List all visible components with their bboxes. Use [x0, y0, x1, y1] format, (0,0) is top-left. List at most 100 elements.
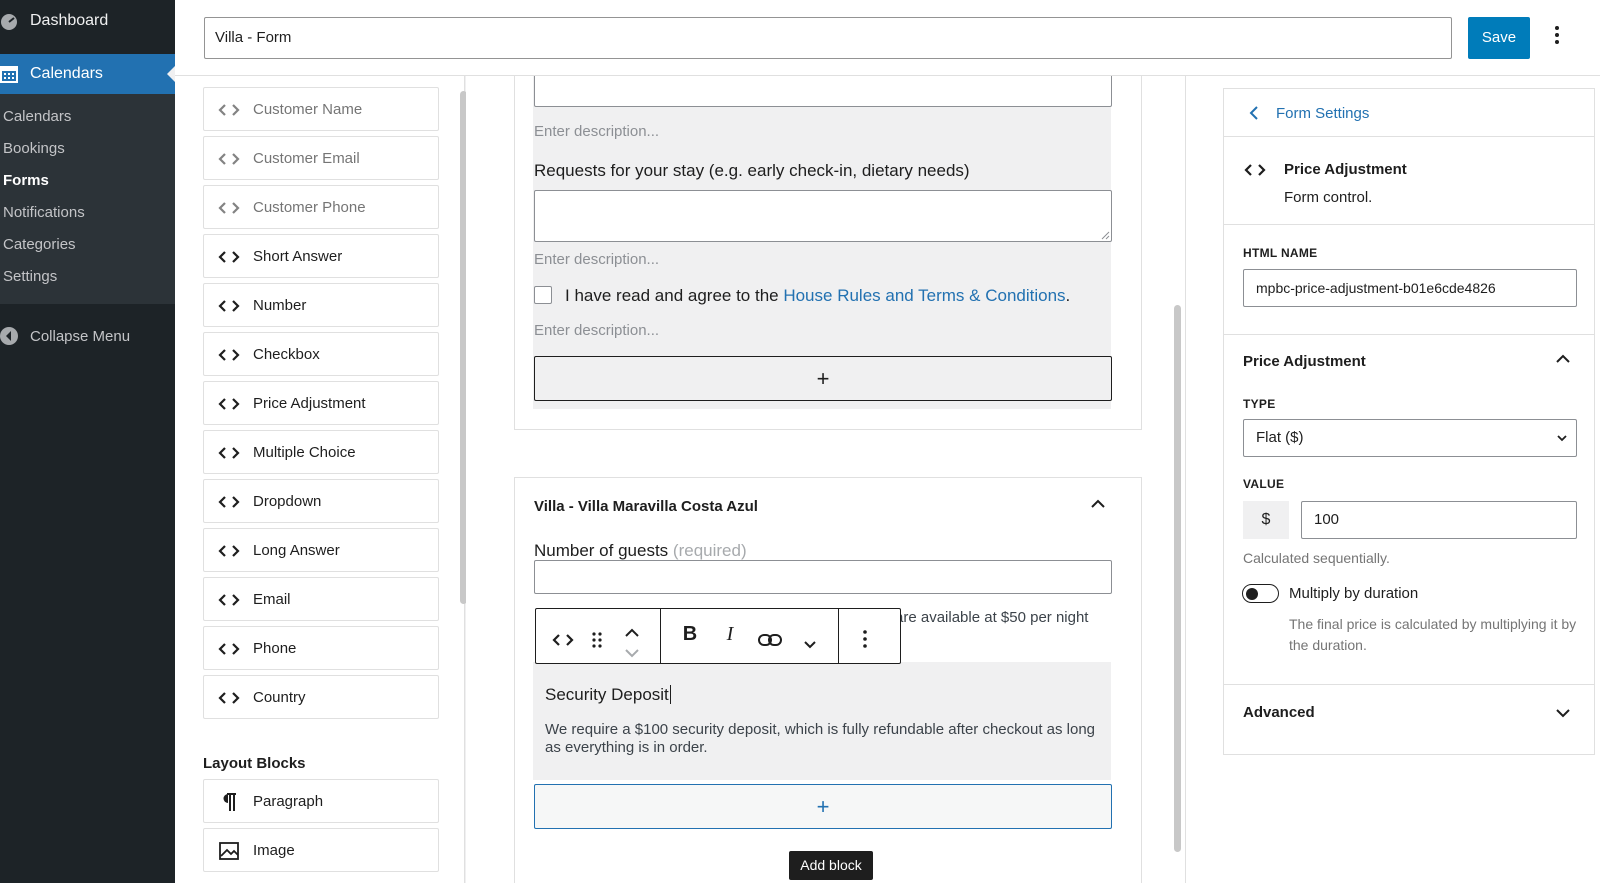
code-icon — [218, 202, 240, 214]
code-icon — [218, 153, 240, 165]
block-card-title: Price Adjustment — [1284, 161, 1407, 178]
advanced-panel-title[interactable]: Advanced — [1243, 704, 1315, 721]
library-item-customer-phone[interactable]: Customer Phone — [203, 185, 439, 229]
italic-button[interactable]: I — [720, 623, 740, 651]
block-library: Customer Name Customer Email Customer Ph… — [175, 76, 465, 883]
add-block-button[interactable]: + — [534, 784, 1112, 829]
link-icon[interactable] — [758, 626, 782, 654]
requests-textarea[interactable] — [534, 190, 1112, 242]
library-item-label: Country — [253, 689, 306, 706]
image-icon — [219, 842, 239, 860]
type-select[interactable]: Flat ($) — [1243, 419, 1577, 457]
library-item-price-adjustment[interactable]: Price Adjustment — [203, 381, 439, 425]
chevron-left-icon[interactable] — [1248, 105, 1260, 121]
calendars-submenu: Calendars Bookings Forms Notifications C… — [0, 94, 175, 304]
library-item-short-answer[interactable]: Short Answer — [203, 234, 439, 278]
calendar-icon — [0, 66, 18, 83]
html-name-input[interactable]: mpbc-price-adjustment-b01e6cde4826 — [1243, 269, 1577, 307]
deposit-title[interactable]: Security Deposit — [545, 685, 671, 705]
library-item-country[interactable]: Country — [203, 675, 439, 719]
form-title-input[interactable]: Villa - Form — [204, 17, 1452, 59]
chevron-up-icon[interactable] — [1090, 498, 1106, 510]
menu-calendars-label: Calendars — [30, 65, 103, 82]
value-input[interactable]: 100 — [1301, 501, 1577, 539]
terms-link[interactable]: House Rules and Terms & Conditions — [783, 286, 1065, 305]
add-block-button[interactable]: + — [534, 356, 1112, 401]
chevron-down-icon[interactable] — [802, 631, 818, 659]
submenu-notifications[interactable]: Notifications — [3, 204, 85, 221]
deposit-description[interactable]: We require a $100 security deposit, whic… — [545, 721, 1105, 757]
library-item-multiple-choice[interactable]: Multiple Choice — [203, 430, 439, 474]
paragraph-icon — [223, 793, 236, 811]
toolbar-separator — [838, 609, 839, 663]
resize-handle-icon[interactable] — [1100, 230, 1110, 240]
more-options-icon[interactable] — [862, 625, 868, 653]
description-placeholder[interactable]: Enter description... — [534, 123, 659, 140]
library-item-phone[interactable]: Phone — [203, 626, 439, 670]
text-caret — [669, 685, 671, 704]
menu-dashboard[interactable]: Dashboard — [0, 0, 175, 44]
library-item-number[interactable]: Number — [203, 283, 439, 327]
agree-text: I have read and agree to the House Rules… — [565, 286, 1070, 306]
library-item-label: Email — [253, 591, 291, 608]
type-select-value: Flat ($) — [1256, 429, 1304, 446]
chevron-up-icon[interactable] — [1555, 353, 1571, 365]
submenu-categories[interactable]: Categories — [3, 236, 76, 253]
guests-label[interactable]: Number of guests (required) — [534, 541, 747, 561]
layout-blocks-heading: Layout Blocks — [203, 755, 306, 772]
more-options-icon[interactable] — [1554, 24, 1560, 52]
chevron-down-icon[interactable] — [1555, 707, 1571, 719]
move-down-icon[interactable] — [624, 639, 640, 667]
library-item-label: Multiple Choice — [253, 444, 356, 461]
drag-handle-icon[interactable] — [590, 626, 604, 654]
description-placeholder[interactable]: Enter description... — [534, 251, 659, 268]
library-item-paragraph[interactable]: Paragraph — [203, 779, 439, 823]
form-section-card: Enter description... Requests for your s… — [514, 76, 1142, 430]
bold-button[interactable]: B — [680, 623, 700, 651]
multiply-toggle[interactable] — [1242, 584, 1279, 603]
library-item-long-answer[interactable]: Long Answer — [203, 528, 439, 572]
agree-text-before: I have read and agree to the — [565, 286, 784, 305]
guests-description[interactable]: are available at $50 per night — [895, 609, 1088, 626]
guests-label-text: Number of guests — [534, 541, 669, 560]
library-item-label: Short Answer — [253, 248, 343, 265]
save-button[interactable]: Save — [1468, 17, 1530, 59]
library-item-customer-email[interactable]: Customer Email — [203, 136, 439, 180]
canvas-scrollbar[interactable] — [1174, 305, 1181, 852]
library-item-label: Dropdown — [253, 493, 322, 510]
divider — [1224, 684, 1594, 685]
value-label: VALUE — [1243, 477, 1285, 491]
library-item-customer-name[interactable]: Customer Name — [203, 87, 439, 131]
submenu-forms[interactable]: Forms — [3, 172, 49, 189]
menu-calendars[interactable]: Calendars — [0, 54, 175, 94]
requests-label[interactable]: Requests for your stay (e.g. early check… — [534, 161, 970, 181]
form-canvas: Enter description... Requests for your s… — [466, 76, 1185, 883]
library-item-label: Customer Email — [253, 150, 360, 167]
form-settings-back[interactable]: Form Settings — [1276, 105, 1369, 122]
code-icon — [218, 545, 240, 557]
section-title[interactable]: Villa - Villa Maravilla Costa Azul — [534, 498, 758, 515]
library-item-label: Customer Phone — [253, 199, 366, 216]
submenu-calendars[interactable]: Calendars — [3, 108, 71, 125]
library-item-label: Customer Name — [253, 101, 363, 118]
collapse-icon — [0, 327, 18, 345]
library-item-checkbox[interactable]: Checkbox — [203, 332, 439, 376]
library-item-dropdown[interactable]: Dropdown — [203, 479, 439, 523]
code-icon — [218, 104, 240, 116]
multiply-label[interactable]: Multiply by duration — [1289, 585, 1418, 602]
agree-text-after: . — [1065, 286, 1071, 305]
library-item-email[interactable]: Email — [203, 577, 439, 621]
submenu-settings[interactable]: Settings — [3, 268, 57, 285]
deposit-title-text: Security Deposit — [545, 685, 669, 704]
library-item-label: Number — [253, 297, 307, 314]
submenu-bookings[interactable]: Bookings — [3, 140, 65, 157]
description-placeholder[interactable]: Enter description... — [534, 322, 659, 339]
guests-input[interactable] — [534, 560, 1112, 594]
price-adjustment-panel-title[interactable]: Price Adjustment — [1243, 353, 1366, 370]
html-name-label: HTML NAME — [1243, 246, 1318, 260]
previous-field-input[interactable] — [534, 76, 1112, 107]
library-item-image[interactable]: Image — [203, 828, 439, 872]
agree-checkbox[interactable] — [534, 286, 552, 304]
library-item-label: Phone — [253, 640, 297, 657]
block-type-code-icon[interactable] — [552, 626, 574, 654]
